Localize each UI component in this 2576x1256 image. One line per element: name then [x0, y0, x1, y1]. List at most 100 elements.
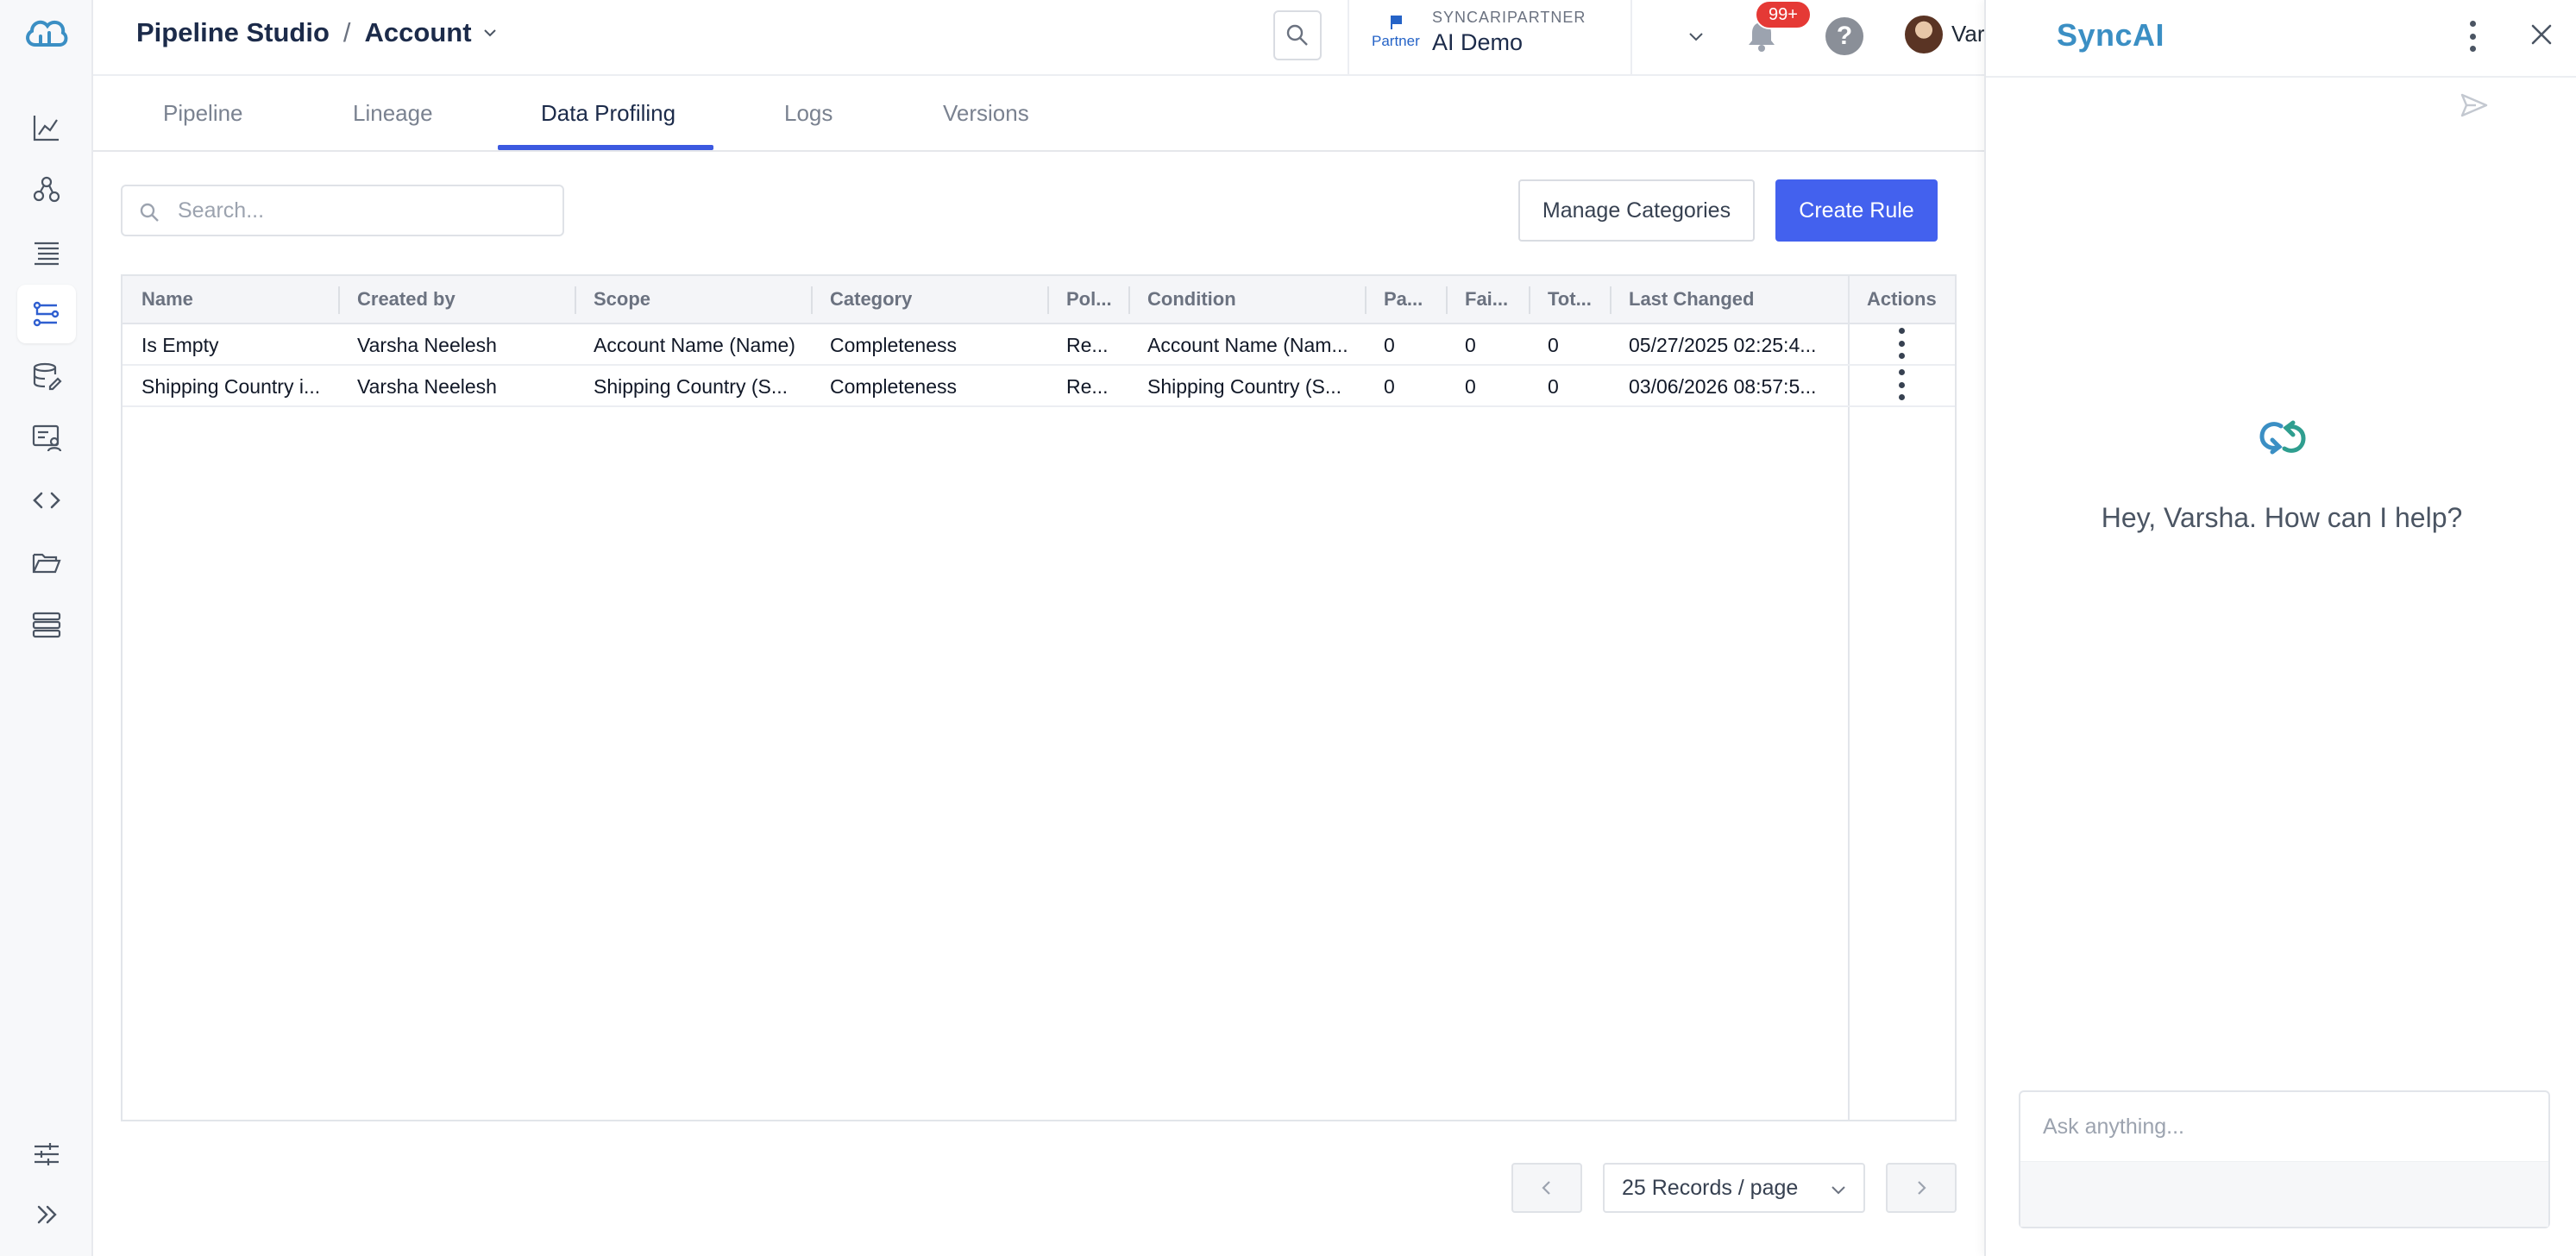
breadcrumb-root[interactable]: Pipeline Studio: [136, 17, 330, 48]
cell-condition: Shipping Country (S...: [1147, 375, 1342, 398]
syncari-logo-icon[interactable]: [23, 16, 70, 50]
cell-condition: Account Name (Nam...: [1147, 334, 1348, 356]
cell-passed: 0: [1384, 334, 1395, 356]
cell-category: Completeness: [830, 334, 958, 356]
cell-created-by: Varsha Neelesh: [357, 375, 497, 398]
column-resize-handle[interactable]: [1610, 286, 1612, 314]
column-resize-handle[interactable]: [1047, 286, 1049, 314]
sidebar-item-list[interactable]: [17, 223, 76, 281]
org-chevron-down-icon[interactable]: [1686, 26, 1706, 47]
create-rule-button[interactable]: Create Rule: [1775, 179, 1938, 242]
cell-scope: Account Name (Name): [594, 334, 795, 356]
prev-page-button[interactable]: [1511, 1163, 1582, 1213]
search-icon: [1286, 24, 1308, 46]
header-divider: [1630, 0, 1632, 74]
chevron-down-icon[interactable]: [481, 23, 499, 42]
cell-total: 0: [1548, 334, 1559, 356]
column-resize-handle[interactable]: [1446, 286, 1448, 314]
sidebar-expand-button[interactable]: [17, 1185, 76, 1244]
avatar[interactable]: [1905, 16, 1943, 53]
sliders-icon: [35, 1143, 59, 1165]
tab-lineage[interactable]: Lineage: [353, 100, 433, 127]
ai-header-divider: [1986, 76, 2576, 78]
org-caption: SYNCARIPARTNER: [1432, 9, 1586, 26]
send-icon[interactable]: [2459, 90, 2490, 121]
left-sidebar: [0, 0, 93, 1256]
cell-name[interactable]: Shipping Country i...: [141, 375, 331, 399]
code-icon: [33, 492, 60, 509]
next-page-button[interactable]: [1886, 1163, 1957, 1213]
syncai-logo-icon: [2259, 420, 2306, 455]
tab-pipeline[interactable]: Pipeline: [163, 100, 243, 127]
sidebar-item-pipeline[interactable]: [17, 285, 76, 343]
column-resize-handle[interactable]: [1529, 286, 1530, 314]
chart-icon: [33, 116, 59, 141]
close-icon[interactable]: [2526, 19, 2557, 50]
column-resize-handle[interactable]: [575, 286, 576, 314]
partner-label: Partner: [1372, 33, 1420, 49]
help-icon[interactable]: ?: [1825, 17, 1863, 55]
nodes-icon: [33, 176, 60, 203]
column-header-name[interactable]: Name: [141, 288, 193, 311]
org-name[interactable]: AI Demo: [1432, 29, 1523, 56]
cell-failed: 0: [1465, 334, 1476, 356]
column-header-total[interactable]: Tot...: [1548, 288, 1599, 311]
cell-failed: 0: [1465, 375, 1476, 398]
sidebar-item-dashboard[interactable]: [17, 98, 76, 157]
sidebar-item-data[interactable]: [17, 347, 76, 405]
column-resize-handle[interactable]: [1365, 286, 1367, 314]
database-edit-icon: [33, 362, 62, 391]
list-icon: [35, 242, 59, 266]
tab-bar: Pipeline Lineage Data Profiling Logs Ver…: [93, 76, 1984, 152]
rules-table: Name Created by Scope Category Pol... Co…: [121, 274, 1957, 1121]
ai-chat-input-box[interactable]: [2019, 1090, 2550, 1228]
tab-data-profiling[interactable]: Data Profiling: [541, 100, 675, 127]
column-resize-handle[interactable]: [338, 286, 340, 314]
manage-categories-button[interactable]: Manage Categories: [1518, 179, 1755, 242]
table-row[interactable]: Shipping Country i... Varsha Neelesh Shi…: [123, 366, 1955, 407]
folder-icon: [32, 553, 61, 574]
cell-last-changed: 05/27/2025 02:25:4...: [1629, 334, 1817, 356]
column-header-last-changed[interactable]: Last Changed: [1629, 288, 1754, 311]
cell-scope: Shipping Country (S...: [594, 375, 789, 398]
column-header-policy[interactable]: Pol...: [1066, 288, 1118, 311]
page-size-select[interactable]: 25 Records / page: [1603, 1163, 1865, 1213]
partner-logo: Partner: [1368, 10, 1423, 53]
column-resize-handle[interactable]: [1128, 286, 1130, 314]
rules-search[interactable]: [121, 185, 564, 236]
column-header-created-by[interactable]: Created by: [357, 288, 456, 311]
ai-menu-kebab-icon[interactable]: [2466, 21, 2479, 52]
cell-name[interactable]: Is Empty: [141, 334, 331, 357]
ai-greeting: Hey, Varsha. How can I help?: [2101, 502, 2463, 533]
sidebar-item-entities[interactable]: [17, 160, 76, 219]
search-input[interactable]: [178, 193, 549, 228]
sidebar-item-settings[interactable]: [17, 1125, 76, 1184]
tab-versions[interactable]: Versions: [943, 100, 1029, 127]
header-search-button[interactable]: [1273, 10, 1322, 60]
ai-chat-input[interactable]: [2043, 1111, 2526, 1142]
breadcrumb: Pipeline Studio / Account: [136, 17, 499, 48]
column-header-scope[interactable]: Scope: [594, 288, 650, 311]
chevron-down-icon: [1831, 1186, 1845, 1195]
sidebar-item-users[interactable]: [17, 409, 76, 468]
row-actions-kebab-icon[interactable]: [1889, 326, 1913, 361]
sidebar-item-files[interactable]: [17, 533, 76, 592]
sidebar-item-code[interactable]: [17, 471, 76, 530]
row-actions-kebab-icon[interactable]: [1889, 367, 1913, 402]
syncai-panel: SyncAI Hey, Varsha. How can I help?: [1984, 0, 2576, 1256]
column-resize-handle[interactable]: [811, 286, 813, 314]
ai-panel-title: SyncAI: [2057, 17, 2165, 53]
tab-logs[interactable]: Logs: [784, 100, 832, 127]
column-header-category[interactable]: Category: [830, 288, 912, 311]
notification-badge: 99+: [1755, 0, 1812, 29]
cell-category: Completeness: [830, 375, 958, 398]
pipeline-icon: [33, 301, 60, 327]
column-header-condition[interactable]: Condition: [1147, 288, 1236, 311]
column-header-passed[interactable]: Pa...: [1384, 288, 1436, 311]
monitor-user-icon: [32, 424, 62, 452]
sidebar-item-stack[interactable]: [17, 595, 76, 654]
table-row[interactable]: Is Empty Varsha Neelesh Account Name (Na…: [123, 324, 1955, 366]
column-header-failed[interactable]: Fai...: [1465, 288, 1517, 311]
cell-created-by: Varsha Neelesh: [357, 334, 497, 356]
breadcrumb-current[interactable]: Account: [365, 17, 472, 48]
